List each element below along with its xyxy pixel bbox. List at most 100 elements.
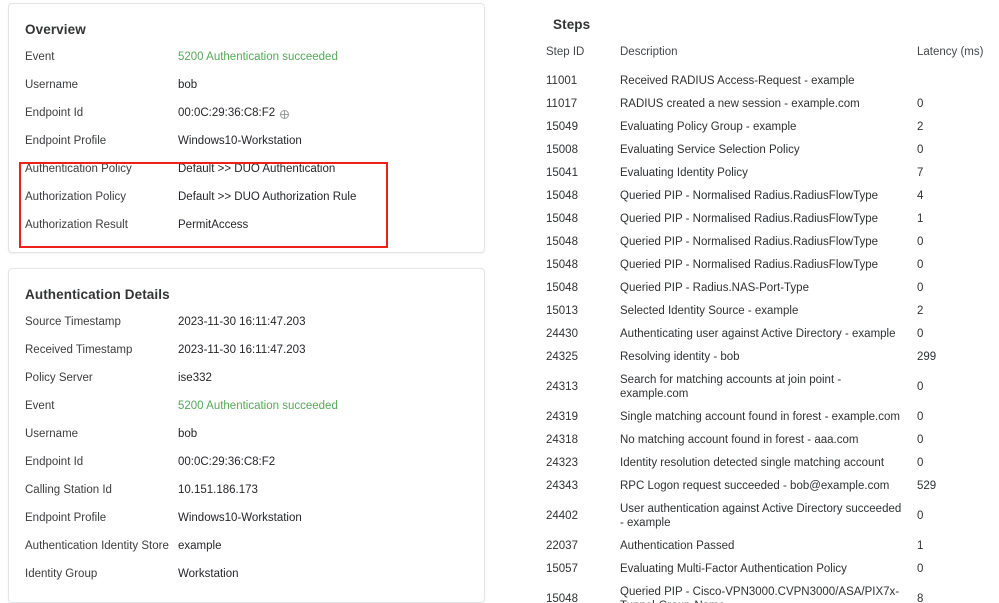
step-description-cell: Identity resolution detected single matc… [620, 456, 885, 469]
steps-title: Steps [553, 17, 591, 32]
step-row-icon-slot [530, 230, 546, 253]
steps-table-row[interactable]: 11017 RADIUS created a new session - exam… [530, 92, 999, 115]
overview-field-value-text: 00:0C:29:36:C8:F2 [178, 107, 276, 119]
step-latency-cell: 0 [917, 258, 924, 271]
overview-field-row: Authorization Policy Default >> DUO Autho… [9, 183, 484, 211]
step-description-cell: Queried PIP - Cisco-VPN3000.CVPN3000/ASA… [620, 585, 900, 603]
steps-header-description: Description [620, 46, 678, 58]
step-id-cell: 15049 [546, 120, 578, 133]
step-row-icon-slot [530, 474, 546, 497]
steps-table-row[interactable]: 15048 Queried PIP - Normalised Radius.Rad… [530, 230, 999, 253]
step-id-cell: 15057 [546, 562, 578, 575]
steps-table-row[interactable]: 15041 Evaluating Identity Policy 7 [530, 161, 999, 184]
overview-field-value-text: PermitAccess [178, 219, 249, 231]
steps-table-row[interactable]: 15013 Selected Identity Source - example 2 [530, 299, 999, 322]
steps-table-row[interactable]: 24430 Authenticating user against Active … [530, 322, 999, 345]
authentication-detail-field-value-text: 2023-11-30 16:11:47.203 [178, 344, 306, 356]
steps-table-row[interactable]: 15048 Queried PIP - Normalised Radius.Rad… [530, 253, 999, 276]
steps-table-row[interactable]: 15048 Queried PIP - Radius.NAS-Port-Type 0 [530, 276, 999, 299]
authentication-detail-field-value-text: Windows10-Workstation [178, 512, 302, 524]
steps-table-row[interactable]: 24343 RPC Logon request succeeded - bob@e… [530, 474, 999, 497]
step-latency-cell: 299 [917, 350, 937, 363]
overview-field-label: Username [25, 79, 79, 91]
authentication-detail-field-value-text: ise332 [178, 372, 212, 384]
step-description-cell: Evaluating Identity Policy [620, 166, 748, 179]
overview-field-value: PermitAccess [178, 211, 248, 232]
authentication-detail-field-value: Windows10-Workstation [178, 504, 302, 525]
steps-table-row[interactable]: 24402 User authentication against Active … [530, 497, 999, 534]
overview-field-label: Endpoint Id [25, 107, 84, 119]
step-description-cell: Queried PIP - Radius.NAS-Port-Type [620, 281, 809, 294]
authentication-detail-field-value: 5200 Authentication succeeded [178, 392, 338, 413]
circle-plus-icon[interactable] [280, 109, 290, 119]
authentication-detail-field-label: Authentication Identity Store [25, 540, 169, 552]
step-description-cell: Evaluating Multi-Factor Authentication P… [620, 562, 847, 575]
step-id-cell: 24319 [546, 410, 578, 423]
left-column: Overview Event 5200 Authentication succee… [8, 3, 485, 603]
steps-table-row[interactable]: 15057 Evaluating Multi-Factor Authenticat… [530, 557, 999, 580]
authentication-detail-field-value: Workstation [178, 560, 239, 581]
authentication-detail-field-value-text: Workstation [178, 568, 239, 580]
overview-field-row: Username bob [9, 71, 484, 99]
step-id-cell: 24430 [546, 327, 578, 340]
authentication-detail-field-row: Identity Group Workstation [9, 560, 484, 588]
step-id-cell: 22037 [546, 539, 578, 552]
authentication-detail-field-row: Policy Server ise332 [9, 364, 484, 392]
authentication-detail-field-row: Source Timestamp 2023-11-30 16:11:47.203 [9, 308, 484, 336]
steps-table-row[interactable]: 22037 Authentication Passed 1 [530, 534, 999, 557]
steps-table-row[interactable]: 15008 Evaluating Service Selection Policy… [530, 138, 999, 161]
authentication-detail-field-row: Event 5200 Authentication succeeded [9, 392, 484, 420]
overview-field-value: bob [178, 71, 197, 92]
overview-field-value: Windows10-Workstation [178, 127, 302, 148]
steps-table-row[interactable]: 24325 Resolving identity - bob 299 [530, 345, 999, 368]
step-description-cell: Search for matching accounts at join poi… [620, 373, 842, 400]
authentication-detail-field-value-text: 00:0C:29:36:C8:F2 [178, 456, 276, 468]
steps-table-row[interactable]: 24313 Search for matching accounts at joi… [530, 368, 999, 405]
authentication-details-card: Authentication Details Source Timestamp 2… [8, 268, 485, 603]
step-latency-cell: 0 [917, 509, 924, 522]
step-row-icon-slot [530, 345, 546, 368]
overview-field-value: 5200 Authentication succeeded [178, 43, 338, 64]
steps-table-row[interactable]: 15049 Evaluating Policy Group - example 2 [530, 115, 999, 138]
step-id-cell: 15048 [546, 592, 578, 603]
step-id-cell: 11017 [546, 97, 578, 110]
overview-field-label: Event [25, 51, 55, 63]
step-description-cell: Resolving identity - bob [620, 350, 740, 363]
authentication-detail-field-row: Username bob [9, 420, 484, 448]
steps-header-row: Step ID Description Latency (ms) [530, 46, 999, 69]
steps-table-row[interactable]: 24323 Identity resolution detected single… [530, 451, 999, 474]
authentication-details-field-list: Source Timestamp 2023-11-30 16:11:47.203 R… [9, 302, 484, 588]
authentication-detail-field-value-text: bob [178, 428, 198, 440]
step-latency-cell: 0 [917, 433, 924, 446]
steps-table-row[interactable]: 11001 Received RADIUS Access-Request - ex… [530, 69, 999, 92]
step-latency-cell: 1 [917, 539, 924, 552]
step-id-cell: 15048 [546, 235, 578, 248]
overview-title: Overview [25, 22, 86, 37]
overview-field-label: Authentication Policy [25, 163, 132, 175]
authentication-detail-field-value: 2023-11-30 16:11:47.203 [178, 308, 305, 329]
step-row-icon-slot [530, 253, 546, 276]
authentication-detail-field-row: Authentication Identity Store example [9, 532, 484, 560]
steps-table-row[interactable]: 24318 No matching account found in forest… [530, 428, 999, 451]
steps-table-row[interactable]: 15048 Queried PIP - Normalised Radius.Rad… [530, 207, 999, 230]
steps-table-row[interactable]: 24319 Single matching account found in fo… [530, 405, 999, 428]
overview-field-label: Authorization Result [25, 219, 128, 231]
overview-field-row: Endpoint Profile Windows10-Workstation [9, 127, 484, 155]
step-description-cell: Authenticating user against Active Direc… [620, 327, 896, 340]
overview-field-row: Authorization Result PermitAccess [9, 211, 484, 239]
step-latency-cell [917, 69, 999, 92]
step-description-cell: Queried PIP - Normalised Radius.RadiusFl… [620, 235, 879, 248]
steps-table-row[interactable]: 15048 Queried PIP - Cisco-VPN3000.CVPN300… [530, 580, 999, 603]
authentication-detail-field-label: Calling Station Id [25, 484, 112, 496]
step-id-cell: 15048 [546, 258, 578, 271]
step-id-cell: 11001 [546, 74, 578, 87]
step-row-icon-slot [530, 184, 546, 207]
step-id-cell: 24402 [546, 509, 578, 522]
overview-card: Overview Event 5200 Authentication succee… [8, 3, 485, 253]
step-row-icon-slot [530, 557, 546, 580]
step-latency-cell: 0 [917, 410, 924, 423]
step-row-icon-slot [530, 534, 546, 557]
step-description-cell: Queried PIP - Normalised Radius.RadiusFl… [620, 212, 879, 225]
step-description-cell: Received RADIUS Access-Request - example [620, 74, 855, 87]
steps-table-row[interactable]: 15048 Queried PIP - Normalised Radius.Rad… [530, 184, 999, 207]
